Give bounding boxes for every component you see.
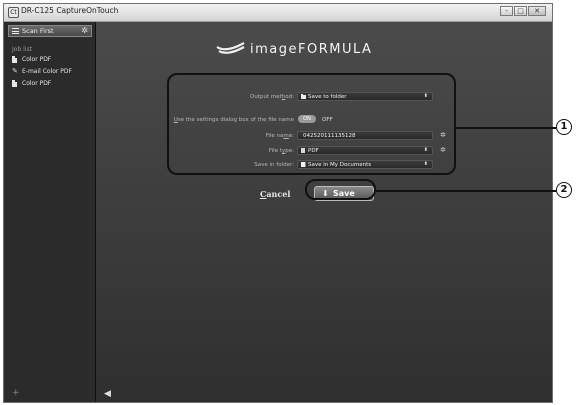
job-item-color-pdf-2[interactable]: Color PDF [12, 79, 92, 89]
minimize-button[interactable]: - [500, 6, 513, 16]
job-item-email-color-pdf[interactable]: ✎ E-mail Color PDF [12, 67, 92, 77]
job-item-label: Color PDF [22, 56, 52, 63]
logo-mark-icon [216, 42, 245, 54]
job-list-heading: Job list [12, 46, 32, 53]
scan-first-button[interactable]: Scan First ✲ [8, 25, 92, 37]
scan-first-label: Scan First [22, 27, 54, 35]
document-icon [12, 80, 17, 87]
job-item-color-pdf[interactable]: Color PDF [12, 55, 92, 65]
callout-box-2 [305, 179, 376, 200]
back-arrow-icon[interactable]: ◀ [104, 389, 111, 399]
app-icon: Ct [8, 7, 19, 18]
window-title: DR-C125 CaptureOnTouch [21, 6, 119, 15]
window-controls: - □ ✕ [499, 6, 546, 16]
sidebar: Scan First ✲ Job list Color PDF ✎ E-mail… [4, 22, 96, 402]
callout-number-1: 1 [556, 119, 572, 135]
cancel-button[interactable]: Cancel [260, 189, 290, 199]
title-bar: Ct DR-C125 CaptureOnTouch - □ ✕ [4, 4, 552, 22]
menu-icon [12, 28, 19, 34]
callout-line-1 [456, 127, 556, 129]
document-icon [12, 56, 17, 63]
callout-box-1 [167, 73, 456, 175]
logo-text: imageFORMULA [250, 42, 373, 57]
gear-icon[interactable]: ✲ [81, 26, 88, 36]
job-item-label: E-mail Color PDF [22, 68, 72, 75]
email-icon: ✎ [12, 67, 18, 75]
imageformula-logo: imageFORMULA [216, 41, 436, 61]
callout-number-2: 2 [556, 182, 572, 198]
app-window: Ct DR-C125 CaptureOnTouch - □ ✕ Scan Fir… [3, 3, 553, 403]
maximize-button[interactable]: □ [514, 6, 527, 16]
add-job-button[interactable]: + [12, 388, 20, 398]
callout-line-2 [376, 190, 556, 192]
job-item-label: Color PDF [22, 80, 52, 87]
close-button[interactable]: ✕ [528, 6, 546, 16]
